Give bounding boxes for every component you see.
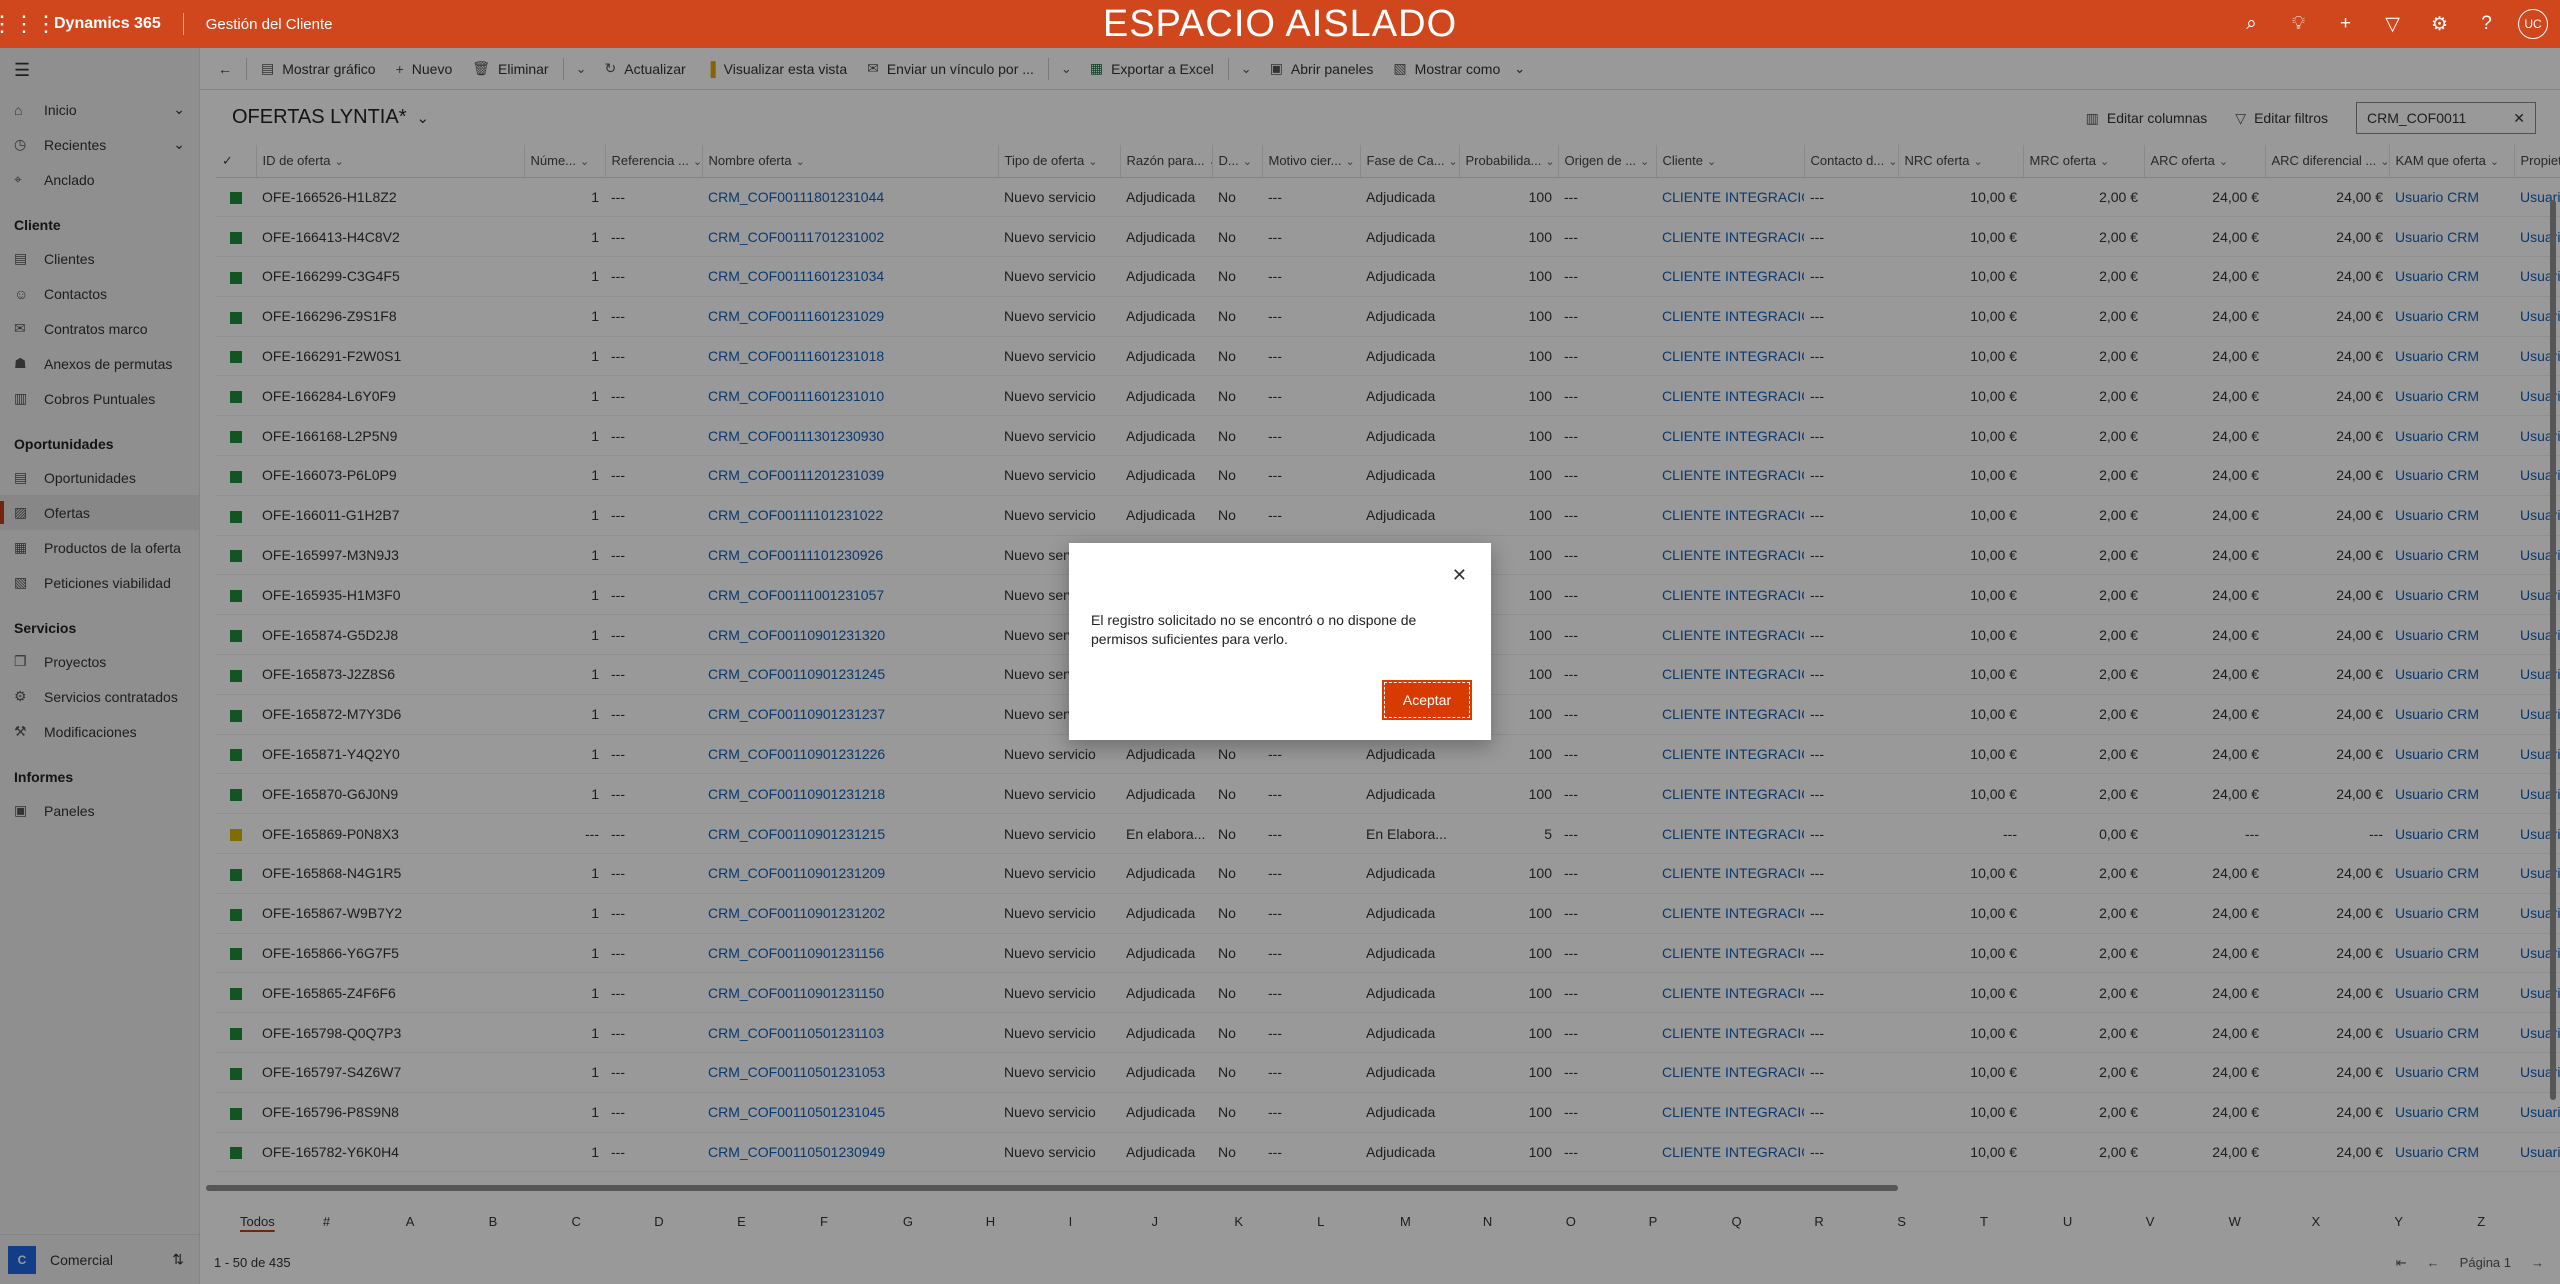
- error-dialog: ✕ El registro solicitado no se encontró …: [1069, 543, 1491, 740]
- app-name[interactable]: Gestión del Cliente: [206, 16, 333, 33]
- dialog-message: El registro solicitado no se encontró o …: [1091, 612, 1417, 647]
- top-bar: ⋮⋮⋮ Dynamics 365 Gestión del Cliente ESP…: [0, 0, 2560, 48]
- sandbox-banner: ESPACIO AISLADO: [1102, 3, 1458, 45]
- brand-title[interactable]: Dynamics 365: [54, 15, 161, 33]
- help-icon[interactable]: ?: [2463, 0, 2510, 48]
- accept-button[interactable]: Aceptar: [1382, 680, 1472, 720]
- search-icon[interactable]: ⌕: [2228, 0, 2275, 48]
- lightbulb-icon[interactable]: 💡︎: [2275, 0, 2322, 48]
- top-separator: [182, 13, 184, 35]
- plus-icon[interactable]: +: [2322, 0, 2369, 48]
- avatar[interactable]: UC: [2518, 9, 2548, 39]
- filter-icon[interactable]: ▽: [2369, 0, 2416, 48]
- gear-icon[interactable]: ⚙: [2416, 0, 2463, 48]
- app-launcher-icon[interactable]: ⋮⋮⋮: [0, 0, 57, 48]
- close-icon[interactable]: ✕: [1452, 565, 1467, 586]
